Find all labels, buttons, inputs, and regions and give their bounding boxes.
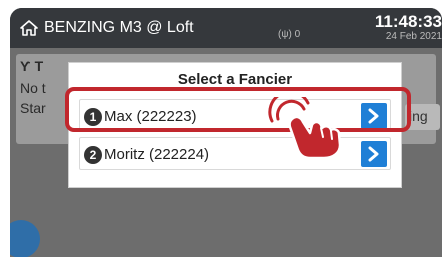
fancier-label: Moritz (222224) xyxy=(104,146,210,163)
highlight-outline xyxy=(65,87,411,132)
number-badge: 2 xyxy=(84,146,102,164)
clock-date: 24 Feb 2021 xyxy=(385,31,442,42)
loft-title: BENZING M3 @ Loft xyxy=(44,19,194,36)
background-text: No t xyxy=(20,80,46,96)
signal-indicator: (ψ) 0 xyxy=(278,29,301,40)
tap-hand-icon xyxy=(268,97,342,159)
device-screen: BENZING M3 @ Loft (ψ) 0 11:48:33 24 Feb … xyxy=(10,8,442,257)
dialog-title: Select a Fancier xyxy=(177,71,293,88)
clock-time: 11:48:33 xyxy=(374,12,442,31)
round-action-button[interactable] xyxy=(10,220,40,257)
top-bar: BENZING M3 @ Loft (ψ) 0 11:48:33 24 Feb … xyxy=(10,8,442,48)
home-icon[interactable] xyxy=(20,20,38,36)
select-moritz-button[interactable] xyxy=(361,141,387,167)
background-text: Star xyxy=(20,100,46,116)
chevron-right-icon xyxy=(368,146,379,162)
background-heading: Ƴ T xyxy=(20,58,44,74)
